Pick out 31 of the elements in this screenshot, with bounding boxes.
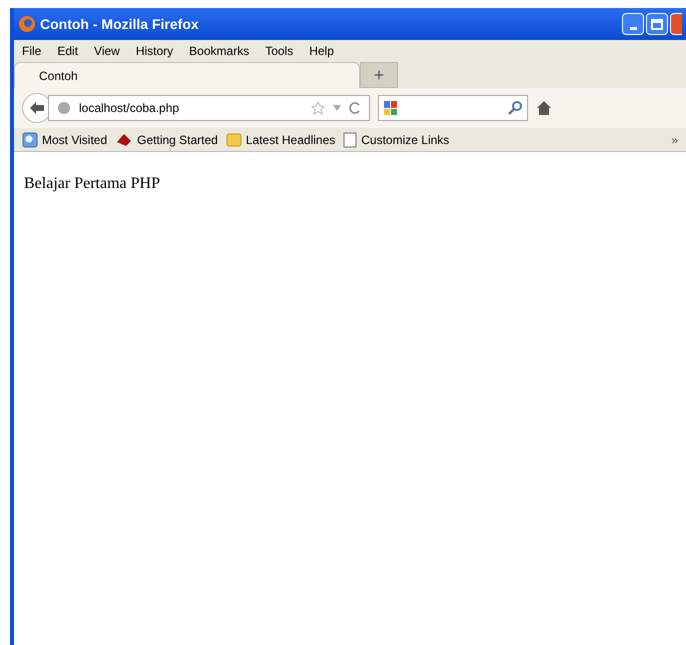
url-text: localhost/coba.php bbox=[79, 100, 180, 117]
menu-item[interactable]: Tools bbox=[265, 42, 294, 60]
search-field[interactable] bbox=[378, 95, 528, 121]
home-icon[interactable] bbox=[536, 100, 552, 116]
menu-item[interactable]: History bbox=[136, 42, 174, 60]
bookmark-item[interactable]: Latest Headlines bbox=[226, 130, 336, 148]
menu-item[interactable]: Bookmarks bbox=[189, 42, 250, 60]
menu-item[interactable]: File bbox=[22, 42, 42, 60]
firefox-icon bbox=[18, 15, 36, 33]
bookmark-item[interactable]: Customize Links bbox=[343, 130, 450, 148]
back-arrow-icon bbox=[29, 101, 45, 115]
new-tab-button[interactable]: + bbox=[360, 62, 398, 88]
bookmark-item[interactable]: Getting Started bbox=[115, 130, 218, 148]
minimize-button[interactable] bbox=[622, 13, 644, 35]
page-icon bbox=[343, 132, 358, 148]
page-text: Belajar Pertama PHP bbox=[24, 174, 161, 194]
search-icon[interactable] bbox=[507, 100, 523, 116]
browser-tab[interactable]: Contoh bbox=[14, 62, 360, 88]
maximize-button[interactable] bbox=[646, 13, 668, 35]
close-button[interactable] bbox=[670, 13, 682, 35]
menu-item[interactable]: Help bbox=[309, 42, 334, 60]
menu-item[interactable]: Edit bbox=[57, 42, 78, 60]
colored-squares-icon bbox=[383, 100, 399, 116]
window-title: Contoh - Mozilla Firefox bbox=[40, 14, 199, 34]
bookmark-item[interactable]: Most Visited bbox=[22, 130, 108, 148]
reload-icon[interactable] bbox=[349, 101, 361, 115]
menu-item[interactable]: View bbox=[94, 42, 120, 60]
dropdown-arrow-icon[interactable] bbox=[333, 105, 341, 111]
bookmarks-overflow[interactable]: » bbox=[671, 130, 678, 148]
star-icon[interactable] bbox=[311, 101, 325, 115]
address-bar[interactable]: localhost/coba.php bbox=[48, 95, 370, 121]
